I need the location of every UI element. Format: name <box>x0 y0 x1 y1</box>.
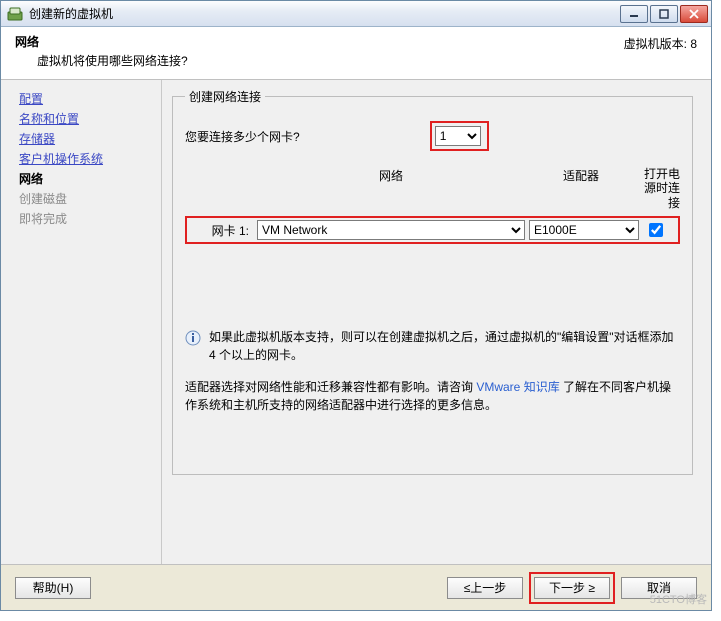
vertical-separator <box>161 80 162 564</box>
step-network: 网络 <box>19 170 161 187</box>
wizard-steps: 配置 名称和位置 存储器 客户机操作系统 网络 创建磁盘 即将完成 <box>1 80 161 564</box>
wizard-window: 创建新的虚拟机 网络 虚拟机将使用哪些网络连接? 虚拟机版本: 8 配置 名称和… <box>0 0 712 611</box>
info-icon <box>185 330 201 346</box>
adapter-note: 适配器选择对网络性能和迁移兼容性都有影响。请咨询 VMware 知识库 了解在不… <box>185 378 680 414</box>
nic1-label: 网卡 1: <box>189 222 249 239</box>
cancel-button[interactable]: 取消 <box>621 577 697 599</box>
nic1-adapter-select[interactable]: E1000E <box>529 220 639 240</box>
group-legend: 创建网络连接 <box>185 88 265 105</box>
kb-link[interactable]: VMware 知识库 <box>476 380 559 394</box>
minimize-button[interactable] <box>620 5 648 23</box>
next-highlight: 下一步 ≥ <box>529 572 615 604</box>
nic-column-headers: 网络 适配器 打开电源时连接 <box>185 167 680 210</box>
info-text: 如果此虚拟机版本支持，则可以在创建虚拟机之后，通过虚拟机的"编辑设置"对话框添加… <box>209 328 680 364</box>
nic1-connect-checkbox[interactable] <box>649 223 663 237</box>
page-title: 网络 <box>15 33 697 50</box>
window-title: 创建新的虚拟机 <box>29 5 620 22</box>
titlebar: 创建新的虚拟机 <box>1 1 711 27</box>
nic-count-highlight: 1 <box>430 121 489 151</box>
wizard-body: 配置 名称和位置 存储器 客户机操作系统 网络 创建磁盘 即将完成 创建网络连接… <box>1 80 711 564</box>
maximize-button[interactable] <box>650 5 678 23</box>
help-button[interactable]: 帮助(H) <box>15 577 91 599</box>
step-guest-os[interactable]: 客户机操作系统 <box>19 150 161 167</box>
col-power-on: 打开电源时连接 <box>641 167 680 210</box>
step-storage[interactable]: 存储器 <box>19 130 161 147</box>
note-pre: 适配器选择对网络性能和迁移兼容性都有影响。请咨询 <box>185 380 476 394</box>
app-icon <box>7 6 23 22</box>
nic-count-select[interactable]: 1 <box>435 126 481 146</box>
back-button[interactable]: ≤上一步 <box>447 577 523 599</box>
next-button[interactable]: 下一步 ≥ <box>534 577 610 599</box>
wizard-header: 网络 虚拟机将使用哪些网络连接? 虚拟机版本: 8 <box>1 27 711 80</box>
window-buttons <box>620 5 708 23</box>
nic1-row: 网卡 1: VM Network E1000E <box>185 216 680 244</box>
info-block: 如果此虚拟机版本支持，则可以在创建虚拟机之后，通过虚拟机的"编辑设置"对话框添加… <box>185 328 680 364</box>
nic1-network-select[interactable]: VM Network <box>257 220 525 240</box>
nic-count-row: 您要连接多少个网卡? 1 <box>185 121 680 151</box>
close-button[interactable] <box>680 5 708 23</box>
network-group: 创建网络连接 您要连接多少个网卡? 1 网络 适配器 打开电源时连接 <box>172 88 693 475</box>
content-area: 创建网络连接 您要连接多少个网卡? 1 网络 适配器 打开电源时连接 <box>172 80 711 564</box>
step-ready: 即将完成 <box>19 210 161 227</box>
nic-count-question: 您要连接多少个网卡? <box>185 128 300 145</box>
step-name-location[interactable]: 名称和位置 <box>19 110 161 127</box>
col-network: 网络 <box>261 167 521 210</box>
vm-version-label: 虚拟机版本: 8 <box>624 35 697 52</box>
page-subtitle: 虚拟机将使用哪些网络连接? <box>37 52 697 69</box>
step-configuration[interactable]: 配置 <box>19 90 161 107</box>
wizard-footer: 帮助(H) ≤上一步 下一步 ≥ 取消 <box>1 564 711 610</box>
step-create-disk: 创建磁盘 <box>19 190 161 207</box>
col-adapter: 适配器 <box>521 167 641 210</box>
